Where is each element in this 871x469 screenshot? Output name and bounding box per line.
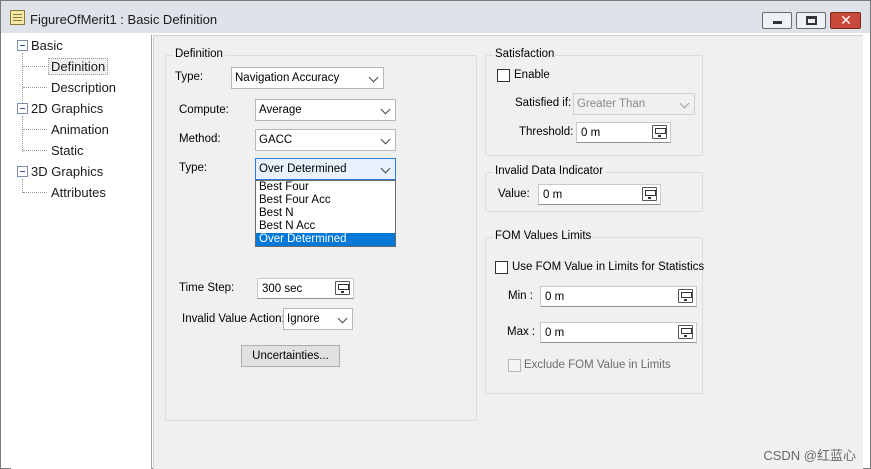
- use-fom-limits-checkbox[interactable]: [495, 261, 508, 274]
- window-title: FigureOfMerit1 : Basic Definition: [30, 12, 218, 27]
- subtype-label: Type:: [179, 162, 208, 174]
- satisfaction-group-label: Satisfaction: [493, 48, 557, 60]
- subtype-dropdown-list[interactable]: Best Four Best Four Acc Best N Best N Ac…: [255, 180, 396, 247]
- compute-select-value: Average: [259, 104, 302, 116]
- method-select-value: GACC: [259, 134, 293, 146]
- invalid-data-value-label: Value:: [498, 188, 530, 200]
- collapse-2d-graphics-icon[interactable]: [17, 103, 28, 114]
- fom-values-limits-group-label: FOM Values Limits: [493, 230, 594, 242]
- time-step-label: Time Step:: [179, 282, 235, 294]
- time-step-field[interactable]: 300 sec: [257, 278, 354, 299]
- tree-group-3d-graphics[interactable]: 3D Graphics: [31, 164, 103, 179]
- watermark-text: CSDN @红蓝心: [763, 448, 856, 463]
- exclude-fom-label: Exclude FOM Value in Limits: [524, 359, 671, 371]
- fom-max-field[interactable]: 0 m: [540, 322, 697, 343]
- tree-item-animation[interactable]: Animation: [51, 122, 109, 137]
- tree-group-2d-graphics[interactable]: 2D Graphics: [31, 101, 103, 116]
- unit-picker-icon[interactable]: [678, 289, 693, 303]
- chevron-down-icon: [368, 72, 379, 83]
- dropdown-option[interactable]: Best Four: [256, 181, 395, 194]
- satisfied-if-value: Greater Than: [577, 98, 646, 110]
- invalid-value-action-label: Invalid Value Action:: [182, 313, 285, 325]
- maximize-icon: [806, 16, 817, 25]
- use-fom-limits-label[interactable]: Use FOM Value in Limits for Statistics: [512, 261, 704, 273]
- subtype-select-value: Over Determined: [259, 163, 347, 175]
- satisfied-if-select[interactable]: Greater Than: [573, 93, 695, 115]
- chevron-down-icon: [380, 104, 391, 115]
- tree-item-definition[interactable]: Definition: [48, 58, 109, 75]
- tree-connector: [23, 129, 47, 130]
- unit-picker-icon[interactable]: [652, 125, 667, 139]
- dropdown-option[interactable]: Best Four Acc: [256, 194, 395, 207]
- tree-connector: [22, 179, 23, 193]
- threshold-value: 0 m: [581, 127, 601, 139]
- tree-connector: [22, 116, 23, 152]
- invalid-data-value: 0 m: [543, 189, 563, 201]
- chevron-down-icon: [380, 134, 391, 145]
- document-icon: [10, 10, 25, 25]
- tree-connector: [22, 53, 23, 107]
- fom-max-label: Max :: [507, 326, 536, 338]
- tree-item-attributes[interactable]: Attributes: [51, 185, 106, 200]
- threshold-field[interactable]: 0 m: [576, 122, 671, 143]
- chevron-down-icon: [679, 98, 690, 109]
- invalid-value-action-select[interactable]: Ignore: [283, 308, 353, 330]
- enable-checkbox[interactable]: [497, 69, 510, 82]
- unit-picker-icon[interactable]: [335, 281, 350, 295]
- type-select-value: Navigation Accuracy: [235, 72, 340, 84]
- figure-of-merit-window: FigureOfMerit1 : Basic Definition ✕ Basi…: [0, 0, 871, 469]
- invalid-data-value-field[interactable]: 0 m: [538, 184, 661, 205]
- fom-min-field[interactable]: 0 m: [540, 286, 697, 307]
- enable-label[interactable]: Enable: [514, 69, 550, 81]
- collapse-basic-icon[interactable]: [17, 40, 28, 51]
- dropdown-option[interactable]: Best N: [256, 207, 395, 220]
- subtype-select[interactable]: Over Determined: [255, 158, 396, 180]
- unit-picker-icon[interactable]: [678, 325, 693, 339]
- fom-min-value: 0 m: [545, 291, 565, 303]
- satisfied-if-label: Satisfied if:: [515, 97, 572, 109]
- fom-max-value: 0 m: [545, 327, 565, 339]
- type-label: Type:: [175, 71, 204, 83]
- tree-item-description[interactable]: Description: [51, 80, 116, 95]
- tree-connector: [23, 192, 47, 193]
- method-select[interactable]: GACC: [255, 129, 396, 151]
- tree-connector: [23, 66, 47, 67]
- maximize-button[interactable]: [796, 12, 826, 29]
- close-icon: ✕: [840, 12, 852, 28]
- collapse-3d-graphics-icon[interactable]: [17, 166, 28, 177]
- tree-connector: [23, 87, 47, 88]
- uncertainties-button[interactable]: Uncertainties...: [241, 345, 340, 367]
- fom-min-label: Min :: [508, 290, 533, 302]
- minimize-button[interactable]: [762, 12, 792, 29]
- tree-item-static[interactable]: Static: [51, 143, 84, 158]
- method-label: Method:: [179, 133, 221, 145]
- threshold-label: Threshold:: [519, 126, 574, 138]
- type-select[interactable]: Navigation Accuracy: [231, 67, 384, 89]
- time-step-value: 300 sec: [262, 283, 303, 295]
- dropdown-option-selected[interactable]: Over Determined: [256, 233, 395, 246]
- close-button[interactable]: ✕: [830, 12, 861, 29]
- tree-group-basic[interactable]: Basic: [31, 38, 63, 53]
- dropdown-option[interactable]: Best N Acc: [256, 220, 395, 233]
- title-bar[interactable]: FigureOfMerit1 : Basic Definition ✕: [1, 1, 870, 33]
- chevron-down-icon: [380, 163, 391, 174]
- invalid-data-indicator-group-label: Invalid Data Indicator: [493, 165, 606, 177]
- tree-connector: [23, 150, 47, 151]
- definition-group-label: Definition: [173, 48, 225, 60]
- property-tree: Basic Definition Description 2D Graphics…: [11, 35, 152, 469]
- unit-picker-icon[interactable]: [642, 187, 657, 201]
- invalid-value-action-value: Ignore: [287, 313, 320, 325]
- compute-label: Compute:: [179, 104, 229, 116]
- exclude-fom-checkbox[interactable]: [508, 359, 521, 372]
- compute-select[interactable]: Average: [255, 99, 396, 121]
- basic-definition-panel: Definition Type: Navigation Accuracy Com…: [153, 35, 863, 469]
- minimize-icon: [773, 21, 782, 24]
- chevron-down-icon: [337, 313, 348, 324]
